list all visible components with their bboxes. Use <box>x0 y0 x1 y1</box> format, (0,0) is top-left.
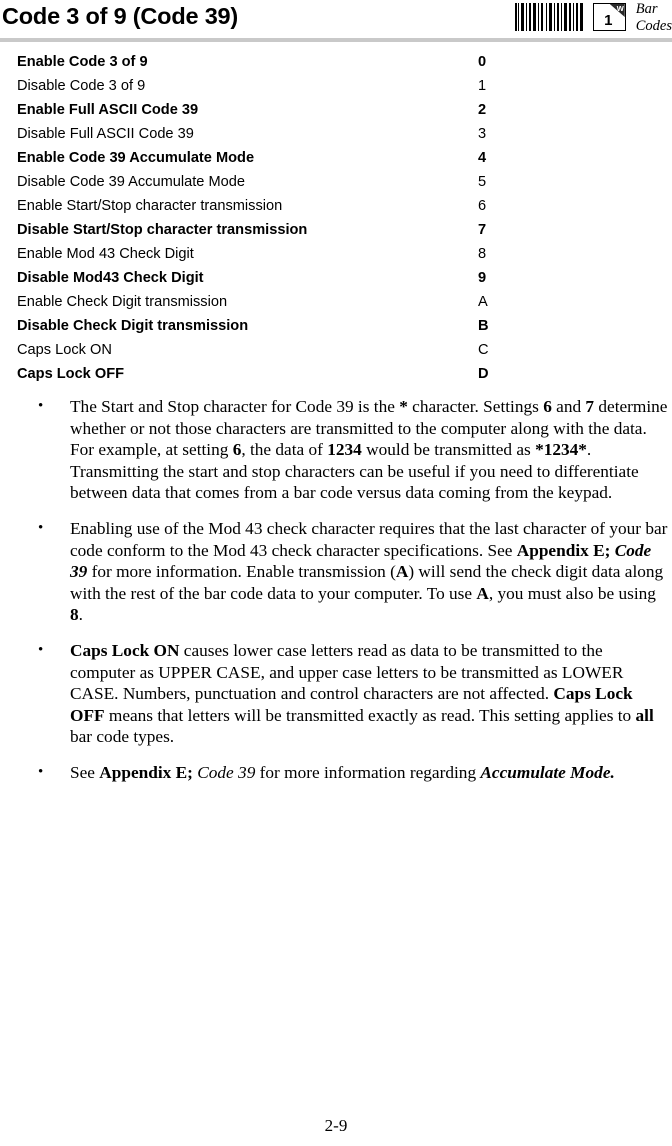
text-run: means that letters will be transmitted e… <box>104 705 636 725</box>
settings-table: Enable Code 3 of 9 0 Disable Code 3 of 9 1 E… <box>0 50 672 386</box>
setting-code: D <box>478 366 489 382</box>
setting-label: Enable Mod 43 Check Digit <box>17 246 194 262</box>
bullet-item: • Caps Lock ON causes lower case letters … <box>0 640 672 748</box>
bullet-item: • The Start and Stop character for Code 3… <box>0 396 672 504</box>
bullet-text: See Appendix E; Code 39 for more informa… <box>70 762 670 784</box>
text-run: See <box>70 762 100 782</box>
text-run: 6 <box>543 397 552 416</box>
bullet-marker-icon: • <box>38 398 44 414</box>
table-row: Disable Code 39 Accumulate Mode 5 <box>0 170 672 194</box>
text-run: Appendix E; <box>516 540 611 560</box>
text-run: The Start and Stop character for Code 39… <box>70 397 400 416</box>
table-row: Disable Start/Stop character transmissio… <box>0 218 672 242</box>
setting-code: 2 <box>478 102 487 118</box>
bullet-marker-icon: • <box>38 519 44 536</box>
setting-label: Caps Lock OFF <box>17 366 125 382</box>
setting-label: Enable Full ASCII Code 39 <box>17 102 199 118</box>
text-run: for more information. Enable transmissio… <box>87 562 396 582</box>
setting-label: Enable Code 3 of 9 <box>17 54 148 70</box>
setting-code: 5 <box>478 174 487 190</box>
header-divider <box>0 38 672 42</box>
setting-code: 0 <box>478 54 487 70</box>
table-row: Disable Full ASCII Code 39 3 <box>0 122 672 146</box>
table-row: Enable Start/Stop character transmission… <box>0 194 672 218</box>
text-run: *1234* <box>535 440 587 460</box>
table-row: Enable Full ASCII Code 39 2 <box>0 98 672 122</box>
setting-label: Enable Code 39 Accumulate Mode <box>17 150 255 166</box>
setting-label: Disable Code 39 Accumulate Mode <box>17 174 245 190</box>
setting-code: 4 <box>478 150 487 166</box>
bullet-text: Enabling use of the Mod 43 check charact… <box>70 518 670 626</box>
setting-label: Caps Lock ON <box>17 342 112 358</box>
bullet-item: • Enabling use of the Mod 43 check charac… <box>0 518 672 626</box>
table-row: Disable Code 3 of 9 1 <box>0 74 672 98</box>
table-row: Enable Code 3 of 9 0 <box>0 50 672 74</box>
table-row: Caps Lock OFF D <box>0 362 672 386</box>
setting-label: Disable Mod43 Check Digit <box>17 270 204 286</box>
text-run: character. Settings <box>407 397 544 416</box>
text-run: Accumulate Mode. <box>480 762 615 782</box>
text-run: 1234 <box>327 440 362 460</box>
section-label: Bar Codes <box>636 0 672 34</box>
bullet-marker-icon: • <box>38 763 44 780</box>
setting-code: 8 <box>478 246 487 262</box>
setting-label: Enable Start/Stop character transmission <box>17 198 283 214</box>
setting-code: A <box>478 294 488 310</box>
page-footer: 2-9 <box>0 1116 672 1136</box>
text-run: bar code types. <box>70 727 175 747</box>
text-run: Caps Lock ON <box>70 640 180 660</box>
text-run: and <box>551 397 586 416</box>
table-row: Enable Code 39 Accumulate Mode 4 <box>0 146 672 170</box>
section-label-line1: Bar <box>635 1 658 17</box>
bullet-text: Caps Lock ON causes lower case letters r… <box>70 640 670 748</box>
table-row: Enable Mod 43 Check Digit 8 <box>0 242 672 266</box>
text-run: would be transmitted as <box>361 440 536 460</box>
setting-label: Disable Check Digit transmission <box>17 318 249 334</box>
bullet-item: • See Appendix E; Code 39 for more inform… <box>0 762 672 784</box>
setting-code: B <box>478 318 489 334</box>
page-number: 2-9 <box>324 1116 348 1135</box>
setting-code: 9 <box>478 270 487 286</box>
bullet-text: The Start and Stop character for Code 39… <box>70 396 670 504</box>
text-run: A <box>476 583 489 603</box>
header-right-group: w 1 Bar Codes <box>514 0 672 34</box>
text-run: A <box>395 562 409 582</box>
text-run: 8 <box>70 605 79 625</box>
setting-code: 3 <box>478 126 487 142</box>
table-row: Enable Check Digit transmission A <box>0 290 672 314</box>
setting-label: Enable Check Digit transmission <box>17 294 228 310</box>
text-run: * <box>399 397 408 416</box>
setting-label: Disable Code 3 of 9 <box>17 78 146 94</box>
table-row: Disable Mod43 Check Digit 9 <box>0 266 672 290</box>
text-run: for more information regarding <box>255 762 481 782</box>
chapter-tab-icon: w 1 <box>592 3 626 31</box>
text-run: Code 39 <box>197 762 256 782</box>
text-run: all <box>635 705 654 725</box>
text-run: Appendix E; <box>99 762 193 782</box>
section-label-line2: Codes <box>635 17 672 34</box>
text-run: , you must also be using <box>488 583 656 603</box>
barcode-icon <box>514 3 583 31</box>
setting-code: C <box>478 342 489 358</box>
text-run: 7 <box>585 397 595 416</box>
bullet-marker-icon: • <box>38 641 44 658</box>
body-content: • The Start and Stop character for Code 3… <box>0 396 672 798</box>
setting-code: 7 <box>478 222 487 238</box>
chapter-number: 1 <box>604 12 613 29</box>
table-row: Disable Check Digit transmission B <box>0 314 672 338</box>
setting-label: Disable Start/Stop character transmissio… <box>17 222 308 238</box>
page-title: Code 3 of 9 (Code 39) <box>2 3 239 29</box>
setting-code: 1 <box>478 78 487 94</box>
text-run: . <box>78 605 83 625</box>
page-header: Code 3 of 9 (Code 39) w 1 Bar Codes <box>0 0 672 42</box>
setting-code: 6 <box>478 198 487 214</box>
setting-label: Disable Full ASCII Code 39 <box>17 126 194 142</box>
text-run: , the data of <box>241 440 328 460</box>
table-row: Caps Lock ON C <box>0 338 672 362</box>
